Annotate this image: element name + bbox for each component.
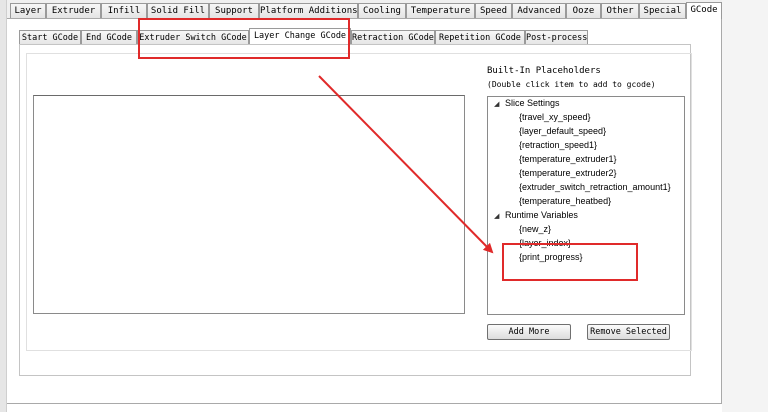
tree-item[interactable]: {temperature_extruder2} <box>519 167 617 180</box>
tree-item[interactable]: {temperature_heatbed} <box>519 195 611 208</box>
tab-end-gcode[interactable]: End GCode <box>81 30 137 44</box>
tab-other[interactable]: Other <box>601 3 639 18</box>
placeholders-tree[interactable]: ◢ Slice Settings {travel_xy_speed} {laye… <box>487 96 685 315</box>
tab-temperature[interactable]: Temperature <box>406 3 475 18</box>
placeholders-hint: (Double click item to add to gcode) <box>487 80 656 89</box>
tree-item[interactable]: {extruder_switch_retraction_amount1} <box>519 181 671 194</box>
tab-ooze[interactable]: Ooze <box>566 3 601 18</box>
tab-special[interactable]: Special <box>639 3 686 18</box>
tab-start-gcode[interactable]: Start GCode <box>19 30 81 44</box>
tab-infill[interactable]: Infill <box>101 3 147 18</box>
tab-support[interactable]: Support <box>209 3 259 18</box>
tree-group-slice-settings[interactable]: Slice Settings <box>505 97 560 110</box>
placeholders-title: Built-In Placeholders <box>487 66 601 76</box>
tab-retraction-gcode[interactable]: Retraction GCode <box>351 30 435 44</box>
background-right <box>722 0 768 412</box>
highlight-box-print-progress <box>502 243 638 281</box>
tab-gcode[interactable]: GCode <box>686 2 722 19</box>
tree-item[interactable]: {layer_default_speed} <box>519 125 606 138</box>
collapse-caret-icon[interactable]: ◢ <box>494 212 499 220</box>
tab-solid-fill[interactable]: Solid Fill <box>147 3 209 18</box>
tree-item[interactable]: {new_z} <box>519 223 551 236</box>
remove-selected-button[interactable]: Remove Selected <box>587 324 670 340</box>
tab-speed[interactable]: Speed <box>475 3 512 18</box>
highlight-box-layer-change-tab <box>138 18 350 59</box>
collapse-caret-icon[interactable]: ◢ <box>494 100 499 108</box>
tab-cooling[interactable]: Cooling <box>358 3 406 18</box>
tab-extruder[interactable]: Extruder <box>46 3 101 18</box>
tree-item[interactable]: {temperature_extruder1} <box>519 153 617 166</box>
add-more-button[interactable]: Add More <box>487 324 571 340</box>
tree-item[interactable]: {travel_xy_speed} <box>519 111 591 124</box>
tree-item[interactable]: {retraction_speed1} <box>519 139 597 152</box>
tab-post-process[interactable]: Post-process <box>525 30 588 44</box>
tab-repetition-gcode[interactable]: Repetition GCode <box>435 30 525 44</box>
tab-layer[interactable]: Layer <box>10 3 46 18</box>
tab-advanced[interactable]: Advanced <box>512 3 566 18</box>
tree-group-runtime-variables[interactable]: Runtime Variables <box>505 209 578 222</box>
tab-platform-additions[interactable]: Platform Additions <box>259 3 358 18</box>
layer-change-gcode-editor[interactable] <box>33 95 465 314</box>
left-edge <box>0 0 7 412</box>
